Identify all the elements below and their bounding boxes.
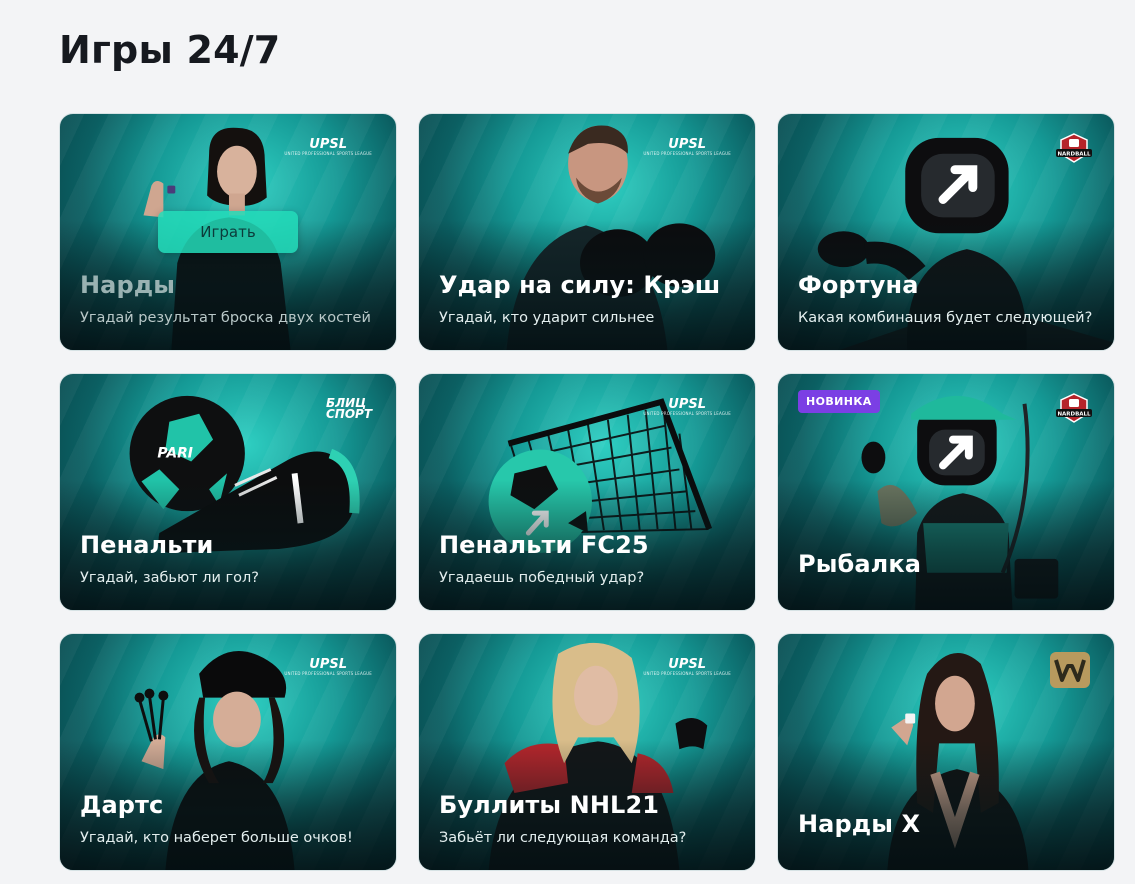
game-card-darts[interactable]: UPSL UNITED PROFESSIONAL SPORTS LEAGUE Да… [59, 633, 397, 871]
nardball-logo: NARDBALL [1056, 393, 1092, 423]
card-description: Угадай, кто наберет больше очков! [80, 830, 353, 846]
play-button[interactable]: Играть [158, 211, 298, 253]
svg-text:NARDBALL: NARDBALL [1057, 152, 1091, 158]
card-title: Дартс [80, 791, 164, 819]
upsl-logo: UPSL UNITED PROFESSIONAL SPORTS LEAGUE [284, 137, 372, 156]
blitz-sport-logo: БЛИЦ СПОРТ [325, 396, 372, 421]
card-title: Нарды [80, 271, 176, 299]
game-card-penalty-fc25[interactable]: UPSL UNITED PROFESSIONAL SPORTS LEAGUE Пе… [418, 373, 756, 611]
page-title: Игры 24/7 [59, 28, 281, 72]
upsl-logo: UPSL UNITED PROFESSIONAL SPORTS LEAGUE [643, 657, 731, 676]
card-title: Фортуна [798, 271, 919, 299]
card-title: Пенальти FC25 [439, 531, 649, 559]
card-description: Угадай, забьют ли гол? [80, 570, 259, 586]
card-description: Угадаешь победный удар? [439, 570, 645, 586]
game-card-penalty[interactable]: PARI БЛИЦ СПОРТ Пенальти Угадай, забьют л… [59, 373, 397, 611]
games-grid: UPSL UNITED PROFESSIONAL SPORTS LEAGUE Иг… [59, 113, 1115, 871]
new-badge: НОВИНКА [798, 390, 880, 413]
card-description: Угадай, кто ударит сильнее [439, 310, 655, 326]
upsl-logo: UPSL UNITED PROFESSIONAL SPORTS LEAGUE [643, 137, 731, 156]
nardball-logo: NARDBALL [1056, 133, 1092, 163]
game-card-punch-crash[interactable]: UPSL UNITED PROFESSIONAL SPORTS LEAGUE Уд… [418, 113, 756, 351]
game-card-nardy-x[interactable]: Нарды X [777, 633, 1115, 871]
card-description: Угадай результат броска двух костей [80, 310, 371, 326]
card-title: Нарды X [798, 810, 921, 838]
card-description: Какая комбинация будет следующей? [798, 310, 1093, 326]
w-brand-logo [1050, 652, 1090, 688]
svg-text:PARI: PARI [157, 445, 193, 461]
card-description: Забьёт ли следующая команда? [439, 830, 687, 846]
card-title: Буллиты NHL21 [439, 791, 660, 819]
svg-text:NARDBALL: NARDBALL [1057, 412, 1091, 418]
upsl-logo: UPSL UNITED PROFESSIONAL SPORTS LEAGUE [643, 397, 731, 416]
game-card-nardy[interactable]: UPSL UNITED PROFESSIONAL SPORTS LEAGUE Иг… [59, 113, 397, 351]
upsl-logo: UPSL UNITED PROFESSIONAL SPORTS LEAGUE [284, 657, 372, 676]
card-title: Удар на силу: Крэш [439, 271, 721, 299]
game-card-fishing[interactable]: НОВИНКА NARDBALL Рыбалка [777, 373, 1115, 611]
card-title: Рыбалка [798, 550, 922, 578]
card-title: Пенальти [80, 531, 214, 559]
game-card-shootout-nhl21[interactable]: UPSL UNITED PROFESSIONAL SPORTS LEAGUE Бу… [418, 633, 756, 871]
game-card-fortuna[interactable]: NARDBALL Фортуна Какая комбинация будет … [777, 113, 1115, 351]
